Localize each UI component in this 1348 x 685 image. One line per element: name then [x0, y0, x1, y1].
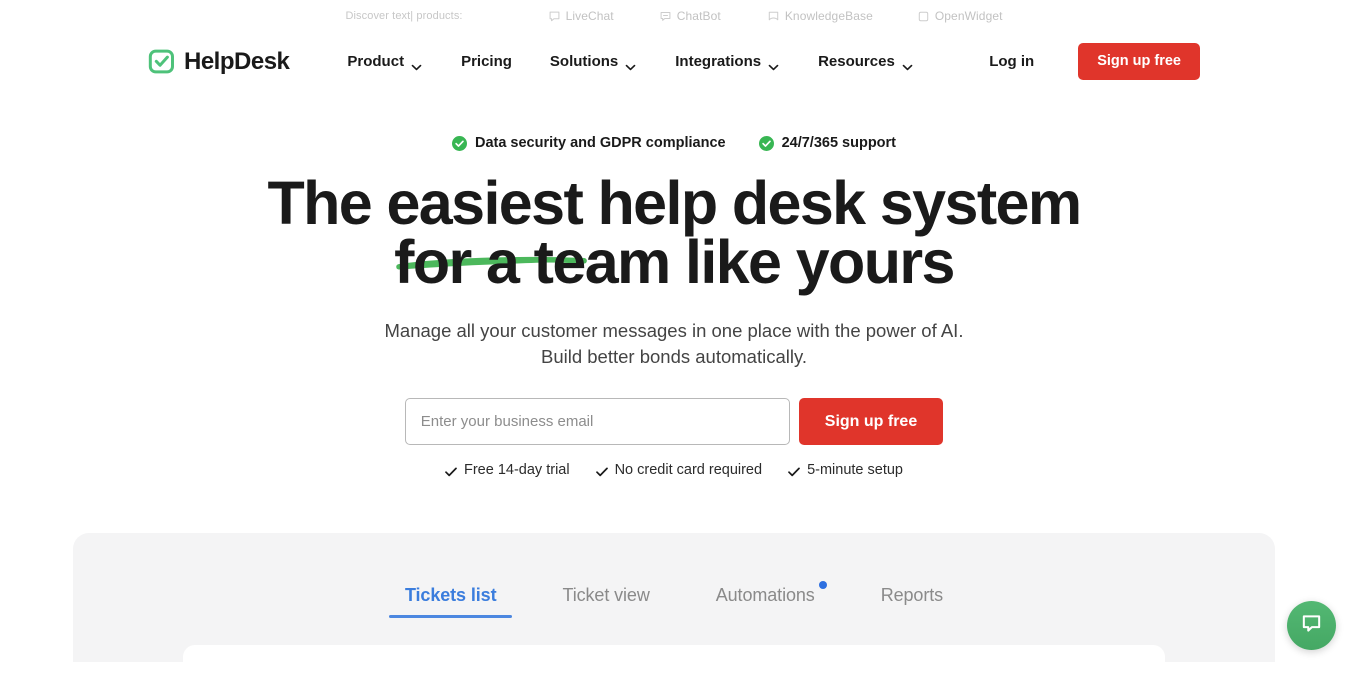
hero-subtitle: Manage all your customer messages in one… [0, 318, 1348, 370]
checkmark-icon [596, 465, 608, 475]
product-link-openwidget[interactable]: OpenWidget [918, 9, 1003, 23]
chat-bubble-icon [549, 11, 560, 22]
perk-trial-label: Free 14-day trial [464, 462, 570, 478]
widget-icon [918, 11, 929, 22]
product-link-chatbot-label: ChatBot [677, 9, 721, 23]
brand-logo-link[interactable]: HelpDesk [148, 48, 289, 76]
product-switcher-bar: Discover text| products: LiveChat ChatBo… [0, 0, 1348, 32]
nav-links: Product Pricing Solutions Integrations R… [347, 53, 912, 70]
checkmark-icon [445, 465, 457, 475]
nav-item-solutions-label: Solutions [550, 53, 618, 70]
check-circle-icon [759, 136, 774, 151]
helpdesk-logo-icon [148, 48, 175, 75]
tab-automations-label: Automations [716, 585, 815, 605]
check-circle-icon [452, 136, 467, 151]
tab-reports[interactable]: Reports [881, 585, 943, 618]
nav-item-product-label: Product [347, 53, 404, 70]
nav-item-pricing[interactable]: Pricing [461, 53, 550, 70]
tab-automations[interactable]: Automations [716, 585, 815, 618]
signup-free-button-nav[interactable]: Sign up free [1078, 43, 1200, 80]
nav-item-integrations-label: Integrations [675, 53, 761, 70]
perk-setup-time-label: 5-minute setup [807, 462, 903, 478]
hero-section: Data security and GDPR compliance 24/7/3… [0, 91, 1348, 478]
nav-item-product[interactable]: Product [347, 53, 461, 70]
nav-item-pricing-label: Pricing [461, 53, 512, 70]
product-switcher-links: LiveChat ChatBot KnowledgeBase OpenWidge… [463, 9, 1003, 23]
nav-item-integrations[interactable]: Integrations [675, 53, 818, 70]
trust-badges: Data security and GDPR compliance 24/7/3… [0, 135, 1348, 151]
brand-name: HelpDesk [184, 48, 289, 76]
product-switcher-label: Discover text| products: [345, 10, 462, 22]
chat-bubble-icon [1300, 612, 1323, 640]
chevron-down-icon [625, 58, 636, 65]
badge-gdpr: Data security and GDPR compliance [452, 135, 726, 151]
login-link[interactable]: Log in [989, 53, 1034, 70]
perk-setup-time: 5-minute setup [788, 462, 903, 478]
perk-trial: Free 14-day trial [445, 462, 570, 478]
headline-line-1: The easiest help desk system [0, 174, 1348, 233]
nav-item-solutions[interactable]: Solutions [550, 53, 675, 70]
perk-list: Free 14-day trial No credit card require… [0, 462, 1348, 478]
chevron-down-icon [411, 58, 422, 65]
product-link-livechat-label: LiveChat [566, 9, 614, 23]
tab-ticket-view[interactable]: Ticket view [562, 585, 649, 618]
book-icon [768, 11, 779, 22]
headline-line-2: for a team like yours [0, 233, 1348, 292]
perk-no-credit-card: No credit card required [596, 462, 763, 478]
product-link-chatbot[interactable]: ChatBot [660, 9, 721, 23]
product-link-knowledgebase-label: KnowledgeBase [785, 9, 873, 23]
signup-form: Sign up free [0, 398, 1348, 445]
hero-subtitle-line-1: Manage all your customer messages in one… [385, 320, 964, 341]
new-badge-dot [819, 581, 827, 589]
page-title: The easiest help desk system for a team … [0, 174, 1348, 292]
tab-tickets-list[interactable]: Tickets list [405, 585, 497, 618]
product-link-openwidget-label: OpenWidget [935, 9, 1003, 23]
tab-reports-label: Reports [881, 585, 943, 605]
chatbot-icon [660, 11, 671, 22]
business-email-input[interactable] [405, 398, 790, 445]
nav-actions: Log in Sign up free [989, 43, 1200, 80]
hero-subtitle-line-2: Build better bonds automatically. [541, 346, 807, 367]
perk-no-credit-card-label: No credit card required [615, 462, 763, 478]
nav-item-resources-label: Resources [818, 53, 895, 70]
main-navigation: HelpDesk Product Pricing Solutions Integ… [0, 32, 1348, 91]
nav-item-resources[interactable]: Resources [818, 53, 913, 70]
tab-tickets-list-label: Tickets list [405, 585, 497, 605]
tab-ticket-view-label: Ticket view [562, 585, 649, 605]
showcase-tabs: Tickets list Ticket view Automations Rep… [73, 533, 1275, 618]
showcase-preview-surface [183, 645, 1165, 685]
signup-free-button-hero[interactable]: Sign up free [799, 398, 943, 445]
product-link-knowledgebase[interactable]: KnowledgeBase [768, 9, 873, 23]
chat-widget-button[interactable] [1287, 601, 1336, 650]
badge-support-label: 24/7/365 support [782, 135, 896, 151]
badge-support: 24/7/365 support [759, 135, 896, 151]
badge-gdpr-label: Data security and GDPR compliance [475, 135, 726, 151]
product-showcase-panel: Tickets list Ticket view Automations Rep… [73, 533, 1275, 662]
headline-line-1-text: The easiest help desk system [267, 169, 1080, 237]
chevron-down-icon [902, 58, 913, 65]
product-link-livechat[interactable]: LiveChat [549, 9, 614, 23]
chevron-down-icon [768, 58, 779, 65]
checkmark-icon [788, 465, 800, 475]
